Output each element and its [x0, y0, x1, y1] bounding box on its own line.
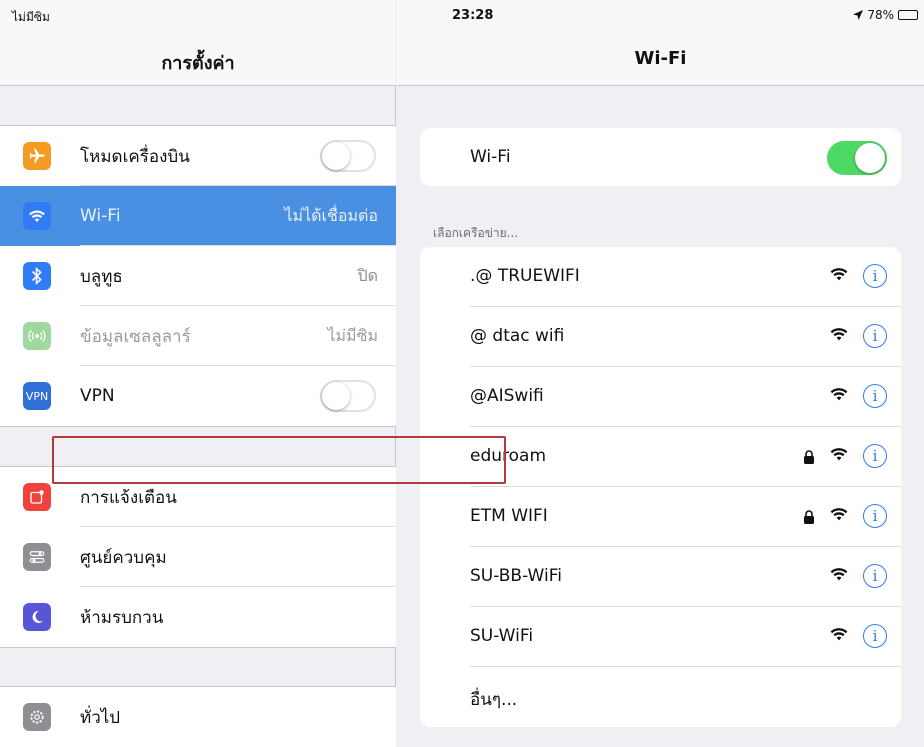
vpn-toggle[interactable]: [320, 380, 376, 412]
sidebar-title: การตั้งค่า: [161, 53, 235, 74]
info-icon[interactable]: i: [863, 324, 887, 348]
network-icons: i: [803, 504, 887, 528]
network-icons: i: [829, 264, 887, 288]
network-name: อื่นๆ...: [470, 690, 518, 710]
detail-title: Wi-Fi: [634, 48, 687, 69]
sidebar-item-label: บลูทูธ: [80, 266, 123, 287]
network-row[interactable]: .@ TRUEWIFI i: [420, 247, 901, 307]
toggle-knob: [322, 142, 350, 170]
wifi-detail-pane: 23:28 78% Wi-Fi Wi-Fi เลือกเครือข่าย... …: [397, 0, 924, 742]
network-icons: i: [829, 324, 887, 348]
wifi-signal-icon: [829, 446, 849, 466]
sidebar-item-wifi[interactable]: Wi-Fi ไม่ได้เชื่อมต่อ: [0, 186, 396, 246]
sidebar-item-notifications[interactable]: การแจ้งเตือน: [0, 467, 396, 527]
lock-icon: [803, 509, 815, 524]
control-center-icon: [23, 543, 51, 571]
wifi-toggle[interactable]: [827, 141, 887, 175]
network-name: @ dtac wifi: [470, 326, 565, 346]
info-icon[interactable]: i: [863, 564, 887, 588]
wifi-signal-icon: [829, 326, 849, 346]
location-icon: [853, 10, 864, 20]
sidebar-item-general[interactable]: ทั่วไป: [0, 687, 396, 747]
vpn-icon: VPN: [23, 382, 51, 410]
bluetooth-icon: [23, 262, 51, 290]
network-name: eduroam: [470, 446, 547, 466]
wifi-signal-icon: [829, 266, 849, 286]
sidebar-item-cellular[interactable]: ข้อมูลเซลลูลาร์ ไม่มีซิม: [0, 306, 396, 366]
carrier-status: ไม่มีซิม: [12, 10, 50, 24]
info-icon[interactable]: i: [863, 264, 887, 288]
sidebar-item-label: Wi-Fi: [80, 206, 121, 226]
wifi-signal-icon: [829, 506, 849, 526]
sidebar-item-label: การแจ้งเตือน: [80, 487, 177, 508]
bluetooth-status-value: ปิด: [357, 265, 378, 285]
sidebar-group-general: ทั่วไป: [0, 686, 396, 747]
wifi-signal-icon: [829, 566, 849, 586]
wifi-toggle-row: Wi-Fi: [420, 128, 901, 186]
toggle-knob: [322, 382, 350, 410]
sidebar-item-airplane-mode[interactable]: โหมดเครื่องบิน: [0, 126, 396, 186]
battery-icon: [898, 10, 918, 20]
sidebar-item-vpn[interactable]: VPN VPN: [0, 366, 396, 426]
status-indicators: 78%: [853, 8, 918, 22]
notifications-icon: [23, 483, 51, 511]
sidebar-item-label: ห้ามรบกวน: [80, 607, 164, 628]
network-row[interactable]: SU-BB-WiFi i: [420, 547, 901, 607]
sidebar-item-label: ข้อมูลเซลลูลาร์: [80, 326, 191, 347]
network-name: SU-WiFi: [470, 626, 534, 646]
sidebar-item-label: ทั่วไป: [80, 707, 121, 728]
detail-header: 23:28 78% Wi-Fi: [397, 0, 924, 86]
status-time: 23:28: [452, 8, 494, 23]
network-icons: i: [803, 444, 887, 468]
sidebar-header: ไม่มีซิม การตั้งค่า: [0, 0, 396, 86]
network-row[interactable]: SU-WiFi i: [420, 607, 901, 667]
settings-sidebar: ไม่มีซิม การตั้งค่า โหมดเครื่องบิน Wi-Fi…: [0, 0, 396, 747]
wifi-signal-icon: [829, 386, 849, 406]
sidebar-item-label: ศูนย์ควบคุม: [80, 547, 167, 568]
network-row[interactable]: eduroam i: [420, 427, 901, 487]
network-row[interactable]: @ dtac wifi i: [420, 307, 901, 367]
battery-percentage: 78%: [867, 8, 894, 22]
cellular-status-value: ไม่มีซิม: [327, 325, 378, 345]
network-row[interactable]: ETM WIFI i: [420, 487, 901, 547]
sidebar-item-label: VPN: [80, 386, 115, 406]
info-icon[interactable]: i: [863, 624, 887, 648]
cellular-icon: [23, 322, 51, 350]
lock-icon: [803, 449, 815, 464]
info-icon[interactable]: i: [863, 384, 887, 408]
sidebar-item-label: โหมดเครื่องบิน: [80, 146, 190, 167]
wifi-status-value: ไม่ได้เชื่อมต่อ: [284, 205, 378, 225]
network-name: ETM WIFI: [470, 506, 548, 526]
info-icon[interactable]: i: [863, 504, 887, 528]
network-row[interactable]: @AISwifi i: [420, 367, 901, 427]
sidebar-item-do-not-disturb[interactable]: ห้ามรบกวน: [0, 587, 396, 647]
settings-screen: ไม่มีซิม การตั้งค่า โหมดเครื่องบิน Wi-Fi…: [0, 0, 924, 747]
moon-icon: [23, 603, 51, 631]
airplane-icon: [23, 142, 51, 170]
wifi-toggle-label: Wi-Fi: [470, 147, 511, 167]
sidebar-group-connectivity: โหมดเครื่องบิน Wi-Fi ไม่ได้เชื่อมต่อ บลู…: [0, 125, 396, 427]
network-icons: i: [829, 384, 887, 408]
sidebar-group-alerts: การแจ้งเตือน ศูนย์ควบคุม ห้ามรบกวน: [0, 466, 396, 648]
network-name: @AISwifi: [470, 386, 544, 406]
wifi-signal-icon: [829, 626, 849, 646]
sidebar-item-bluetooth[interactable]: บลูทูธ ปิด: [0, 246, 396, 306]
network-icons: i: [829, 624, 887, 648]
sidebar-item-control-center[interactable]: ศูนย์ควบคุม: [0, 527, 396, 587]
wifi-icon: [23, 202, 51, 230]
network-list: .@ TRUEWIFI i @ dtac wifi i @AISwifi i eduroam…: [420, 247, 901, 727]
airplane-mode-toggle[interactable]: [320, 140, 376, 172]
toggle-knob: [855, 143, 885, 173]
choose-network-label: เลือกเครือข่าย...: [433, 226, 519, 240]
network-name: .@ TRUEWIFI: [470, 266, 580, 286]
gear-icon: [23, 703, 51, 731]
other-network-row[interactable]: อื่นๆ...: [420, 667, 901, 727]
network-name: SU-BB-WiFi: [470, 566, 562, 586]
info-icon[interactable]: i: [863, 444, 887, 468]
network-icons: i: [829, 564, 887, 588]
